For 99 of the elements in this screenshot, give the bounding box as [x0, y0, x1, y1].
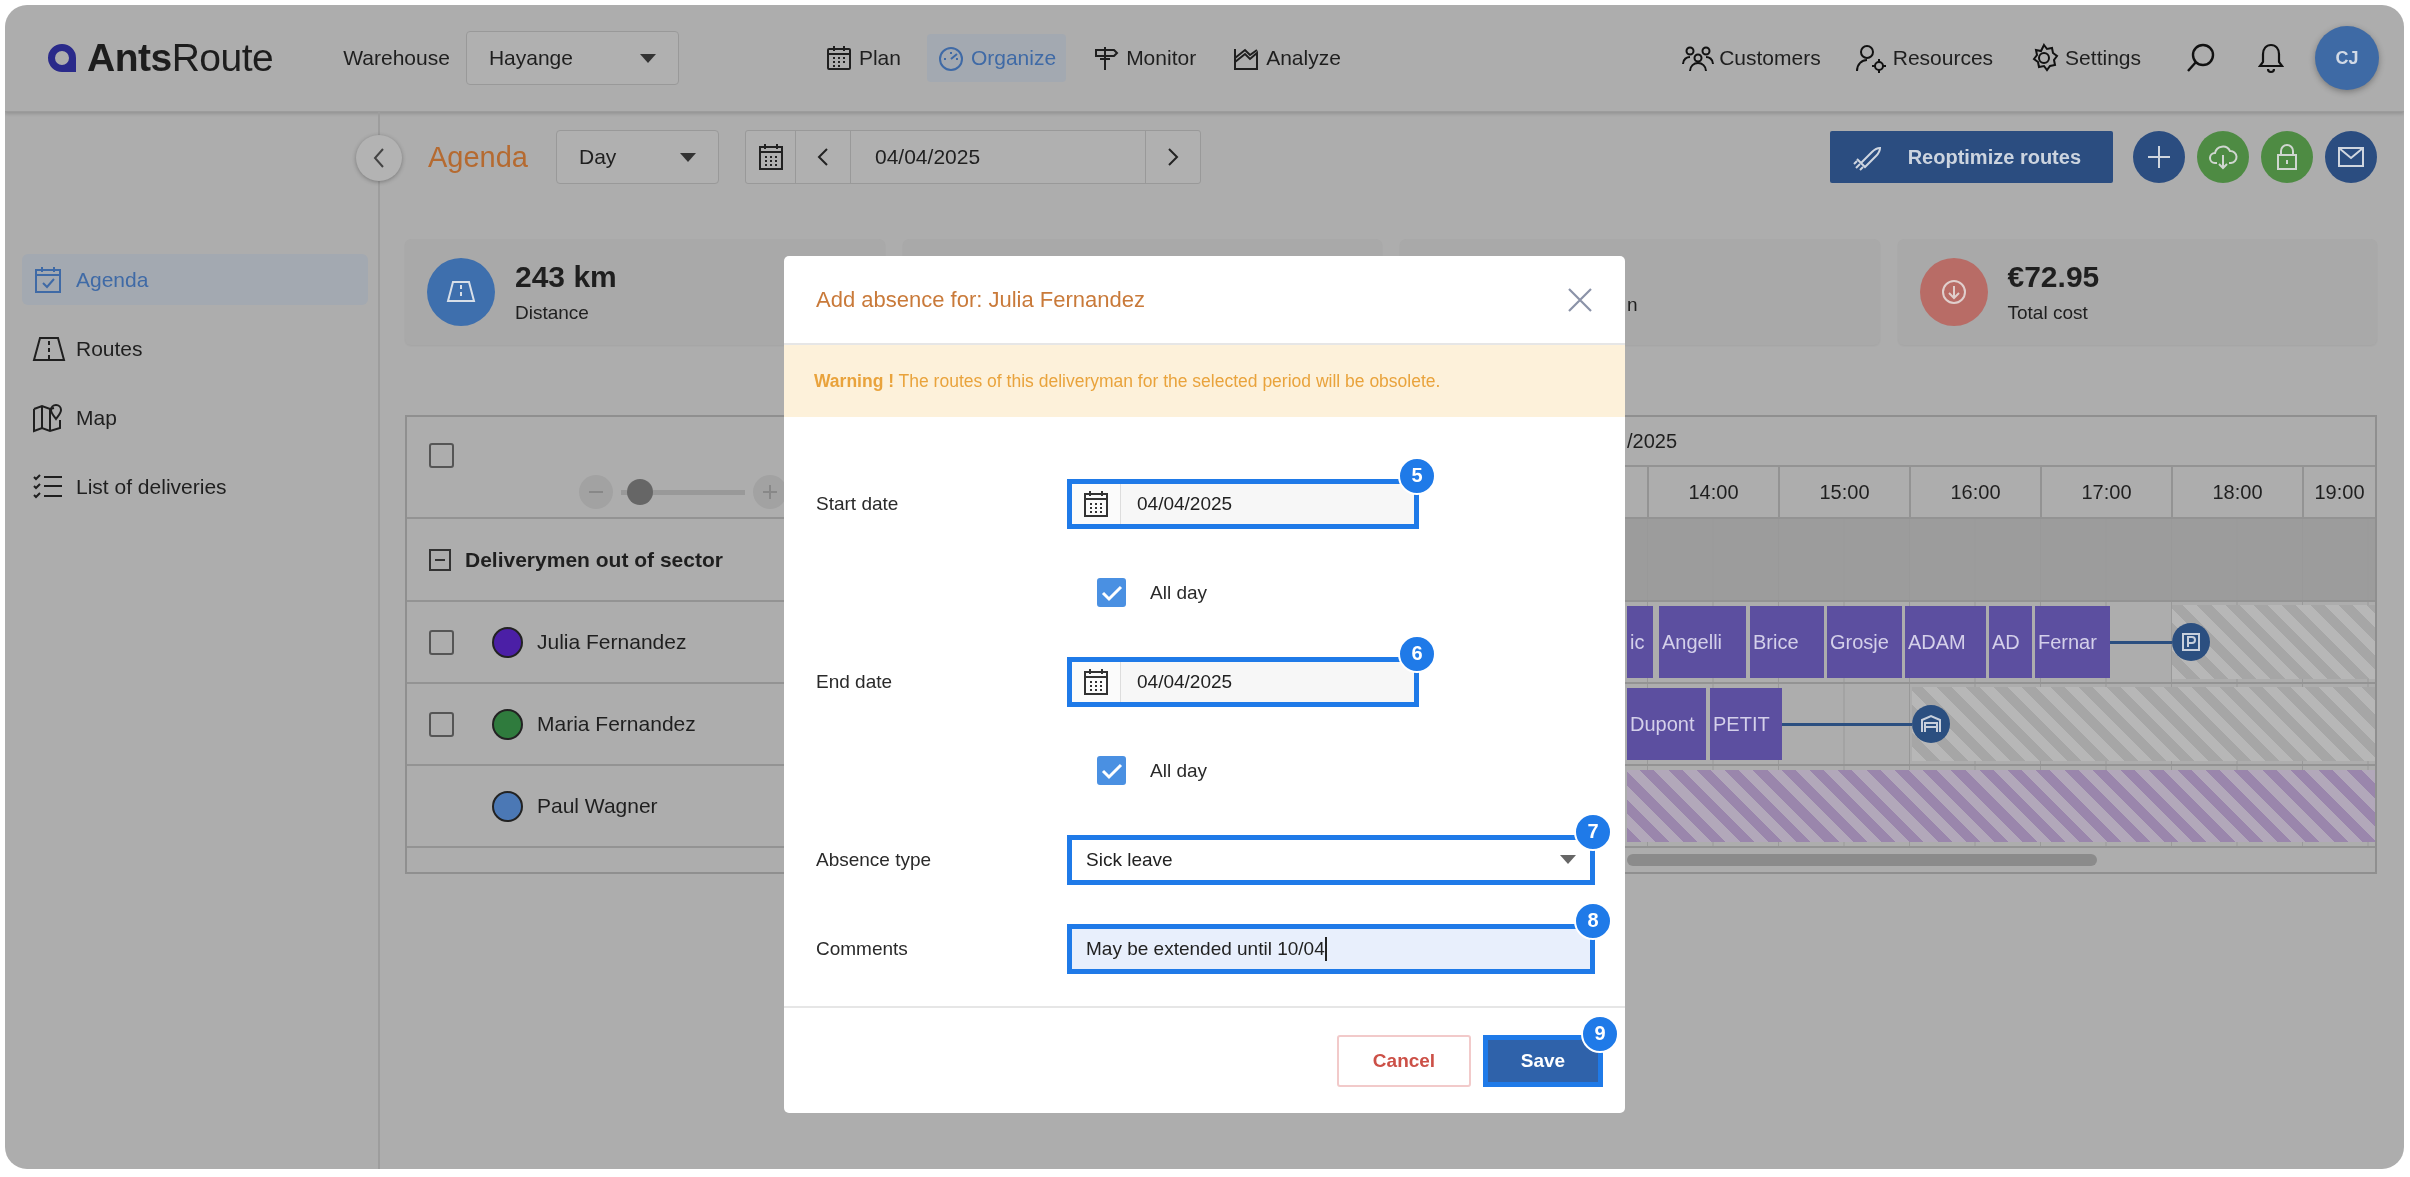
select-all-checkbox[interactable]	[429, 443, 454, 468]
field-label: Comments	[816, 937, 909, 960]
step-badge: 6	[1398, 634, 1436, 673]
lock-button[interactable]	[2261, 131, 2313, 183]
sidebar-item[interactable]: Routes	[22, 323, 368, 374]
checkbox-label: All day	[1150, 759, 1208, 782]
header-link[interactable]: Customers	[1681, 43, 1821, 73]
scrollbar[interactable]	[1627, 854, 2097, 866]
cancel-button[interactable]: Cancel	[1337, 1034, 1471, 1087]
hour-header: 15:00	[1778, 467, 1909, 517]
user-avatar[interactable]: CJ	[2315, 26, 2379, 90]
plus-icon	[2146, 144, 2172, 170]
all-day-checkbox[interactable]	[1097, 578, 1126, 607]
mail-button[interactable]	[2325, 131, 2377, 183]
calendar-icon	[1084, 490, 1108, 517]
view-select[interactable]: Day	[556, 130, 719, 184]
step-badge: 8	[1574, 901, 1612, 940]
delivery-block[interactable]: ADAM	[1905, 606, 1986, 678]
stat-label: Total cost	[2007, 302, 2089, 324]
dialog-title: Add absence for: Julia Fernandez	[816, 286, 1145, 313]
caret-icon	[680, 152, 696, 162]
stat-label: n	[1627, 294, 1638, 316]
signpost-icon	[1092, 44, 1121, 72]
hour-header: 19:00	[2302, 467, 2375, 517]
step-badge: 9	[1581, 1014, 1619, 1053]
delivery-block[interactable]: Dupont	[1627, 688, 1706, 760]
road-icon	[427, 258, 495, 326]
bell-icon[interactable]	[2257, 42, 2285, 74]
timeline-date: /2025	[1627, 429, 1678, 453]
checkbox-label: All day	[1150, 581, 1208, 604]
hour-header: 14:00	[1647, 467, 1778, 517]
plus-icon	[763, 485, 777, 499]
calendar-icon	[824, 44, 853, 72]
lock-icon	[2275, 143, 2299, 171]
group-label: Deliverymen out of sector	[465, 547, 723, 572]
person-gear-icon	[1854, 43, 1889, 73]
add-button[interactable]	[2133, 131, 2185, 183]
deliveryman-name: Maria Fernandez	[537, 712, 696, 736]
collapse-button[interactable]	[356, 135, 402, 181]
delivery-block[interactable]: Angelli	[1659, 606, 1746, 678]
warning-message: Warning ! The routes of this deliveryman for the selected period will be obsolete.	[784, 345, 1625, 417]
download-circle-icon	[1919, 258, 1988, 326]
checkmark-icon	[1100, 583, 1123, 602]
collapse-group-icon[interactable]	[429, 548, 451, 571]
field-label: End date	[816, 670, 894, 693]
hour-header: 16:00	[1909, 467, 2040, 517]
parking-marker-icon[interactable]	[2172, 623, 2210, 661]
hour-header: 18:00	[2171, 467, 2302, 517]
cloud-download-button[interactable]	[2197, 131, 2249, 183]
hour-header: 17:00	[2040, 467, 2171, 517]
gauge-icon	[936, 44, 965, 72]
header-link[interactable]: Resources	[1854, 43, 1994, 73]
row-checkbox[interactable]	[429, 629, 454, 655]
deliveryman-name: Paul Wagner	[537, 794, 658, 818]
calendar-icon	[1084, 668, 1108, 695]
delivery-block[interactable]: Fernar	[2035, 606, 2110, 678]
depot-marker-icon[interactable]	[1912, 705, 1950, 743]
delivery-block[interactable]: ic	[1627, 606, 1653, 678]
field-label: Start date	[816, 492, 900, 515]
caret-icon	[639, 53, 656, 63]
close-icon[interactable]	[1567, 286, 1593, 313]
stat-label: Distance	[515, 302, 590, 324]
cloud-download-icon	[2208, 144, 2238, 170]
nav-tab[interactable]: Analyze	[1222, 34, 1351, 82]
delivery-block[interactable]: Brice	[1750, 606, 1824, 678]
warehouse-select[interactable]: Hayange	[465, 31, 679, 85]
delivery-block[interactable]: AD	[1989, 606, 2032, 678]
field-label: Absence type	[816, 848, 933, 871]
sidebar-item[interactable]: Map	[22, 392, 368, 443]
route-line	[2110, 640, 2172, 644]
logo-text: AntsRoute	[87, 36, 274, 80]
search-icon[interactable]	[2185, 42, 2217, 74]
reoptimize-button[interactable]: Reoptimize routes	[1829, 131, 2113, 183]
step-badge: 7	[1574, 812, 1612, 851]
logo-icon	[45, 41, 79, 75]
chevron-right-icon	[1167, 147, 1179, 167]
zoom-slider-thumb[interactable]	[626, 479, 653, 505]
all-day-checkbox[interactable]	[1097, 756, 1126, 785]
chevron-left-icon	[817, 147, 829, 167]
caret-icon	[1560, 855, 1576, 864]
delivery-block[interactable]: PETIT	[1710, 688, 1782, 760]
row-checkbox[interactable]	[429, 711, 454, 737]
header-link[interactable]: Settings	[2027, 43, 2141, 73]
warehouse-label: Warehouse	[343, 46, 450, 70]
calendar-icon	[757, 143, 784, 171]
date-value: 04/04/2025	[874, 144, 982, 170]
chevron-left-icon	[372, 147, 386, 169]
checkmark-icon	[1100, 761, 1123, 780]
mail-icon	[2337, 146, 2365, 168]
stat-value: 243 km	[515, 260, 617, 294]
zoom-in-button[interactable]	[753, 475, 787, 509]
stat-value: €72.95	[2007, 260, 2100, 294]
step-badge: 5	[1398, 456, 1436, 495]
nav-tab[interactable]: Monitor	[1082, 34, 1207, 82]
nav-tab[interactable]: Plan	[814, 34, 911, 82]
delivery-block[interactable]: Grosje	[1827, 606, 1902, 678]
deliveryman-name: Julia Fernandez	[537, 630, 687, 654]
sidebar-item[interactable]: List of deliveries	[22, 461, 368, 512]
page-title: Agenda	[428, 140, 528, 174]
